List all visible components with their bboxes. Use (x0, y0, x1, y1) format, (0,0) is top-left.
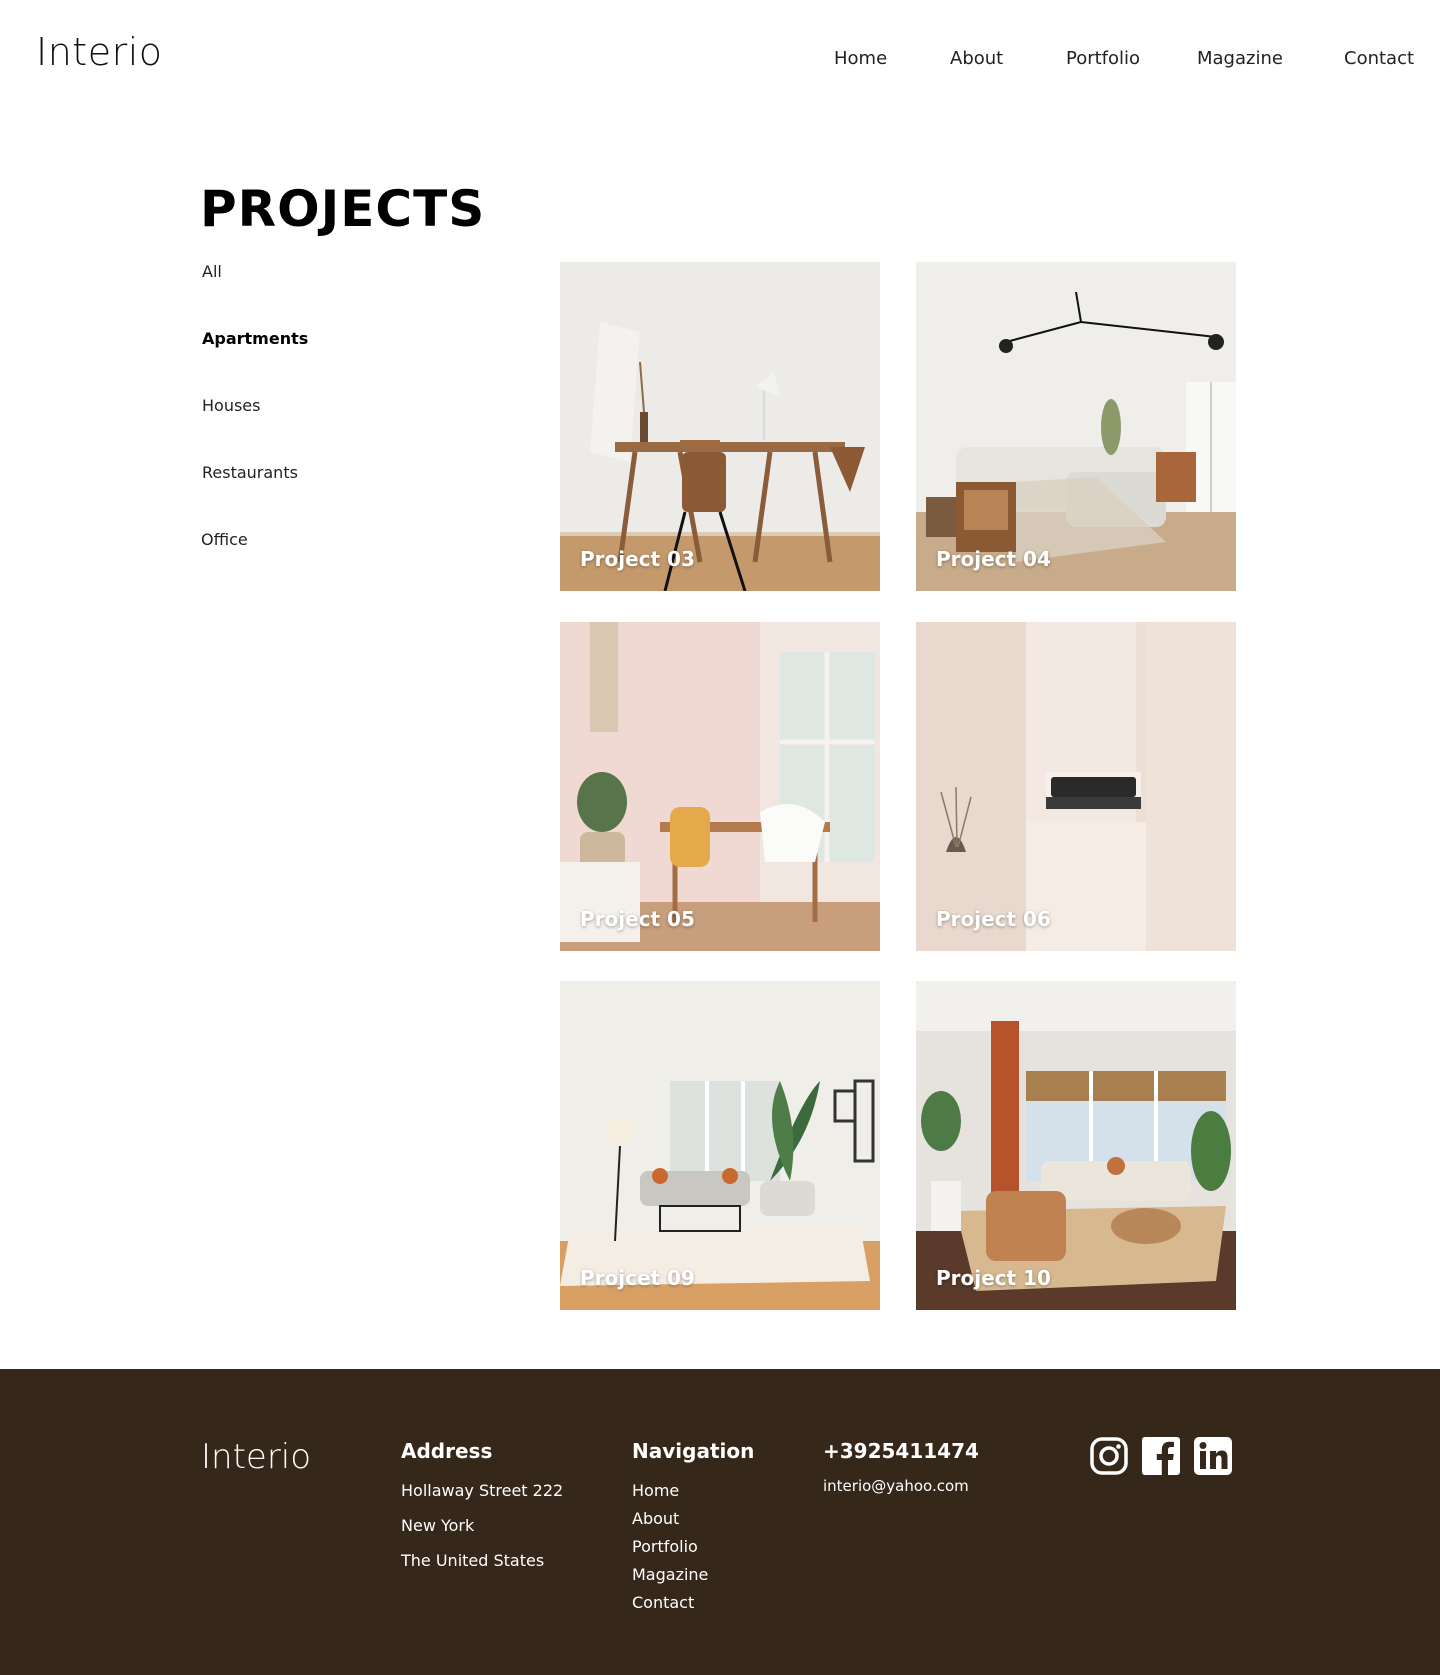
nav-item-portfolio[interactable]: Portfolio (1066, 48, 1140, 69)
project-card[interactable]: Projcet 09 (560, 981, 880, 1310)
filter-apartments[interactable]: Apartments (202, 329, 308, 348)
project-caption: Project 06 (936, 907, 1051, 931)
filter-office[interactable]: Office (201, 530, 248, 549)
project-caption: Project 05 (580, 907, 695, 931)
footer-logo[interactable]: Interio (201, 1437, 311, 1477)
nav-item-about[interactable]: About (950, 48, 1003, 69)
project-caption: Project 10 (936, 1266, 1051, 1290)
footer-link-portfolio[interactable]: Portfolio (632, 1537, 754, 1556)
project-caption: Project 04 (936, 547, 1051, 571)
project-image (916, 622, 1236, 951)
footer-contact: +3925411474 interio@yahoo.com (823, 1439, 979, 1495)
footer-link-magazine[interactable]: Magazine (632, 1565, 754, 1584)
filter-restaurants[interactable]: Restaurants (202, 463, 298, 482)
nav-item-home[interactable]: Home (834, 48, 887, 69)
project-caption: Projcet 09 (580, 1266, 695, 1290)
project-card[interactable]: Project 05 (560, 622, 880, 951)
nav-item-contact[interactable]: Contact (1344, 48, 1414, 69)
social-links (1089, 1436, 1234, 1478)
footer-link-about[interactable]: About (632, 1509, 754, 1528)
project-card[interactable]: Project 06 (916, 622, 1236, 951)
project-image (560, 981, 880, 1310)
footer-link-contact[interactable]: Contact (632, 1593, 754, 1612)
filter-all[interactable]: All (202, 262, 222, 281)
instagram-icon[interactable] (1089, 1436, 1129, 1476)
address-line: The United States (401, 1551, 545, 1570)
filter-houses[interactable]: Houses (202, 396, 260, 415)
project-image (560, 262, 880, 591)
footer-navigation: Navigation Home About Portfolio Magazine… (632, 1439, 754, 1621)
project-card[interactable]: Project 04 (916, 262, 1236, 591)
project-card[interactable]: Project 10 (916, 981, 1236, 1310)
footer: Interio Address Hollaway Street 222 New … (0, 1369, 1440, 1675)
footer-link-home[interactable]: Home (632, 1481, 754, 1500)
address-line: Hollaway Street 222 (401, 1481, 564, 1500)
footer-navigation-heading: Navigation (632, 1439, 755, 1463)
nav-item-magazine[interactable]: Magazine (1197, 48, 1283, 69)
project-caption: Project 03 (580, 547, 695, 571)
project-image (916, 262, 1236, 591)
footer-address-heading: Address (401, 1439, 493, 1463)
project-image (560, 622, 880, 951)
linkedin-icon[interactable] (1193, 1436, 1233, 1476)
footer-phone[interactable]: +3925411474 (823, 1439, 979, 1463)
footer-address: Address Hollaway Street 222 New York The… (401, 1439, 563, 1586)
page-title: PROJECTS (200, 180, 486, 238)
footer-email[interactable]: interio@yahoo.com (823, 1477, 979, 1495)
main-nav: Home About Portfolio Magazine Contact (0, 48, 1440, 72)
project-card[interactable]: Project 03 (560, 262, 880, 591)
address-line: New York (401, 1516, 475, 1535)
project-image (916, 981, 1236, 1310)
facebook-icon[interactable] (1141, 1436, 1181, 1476)
